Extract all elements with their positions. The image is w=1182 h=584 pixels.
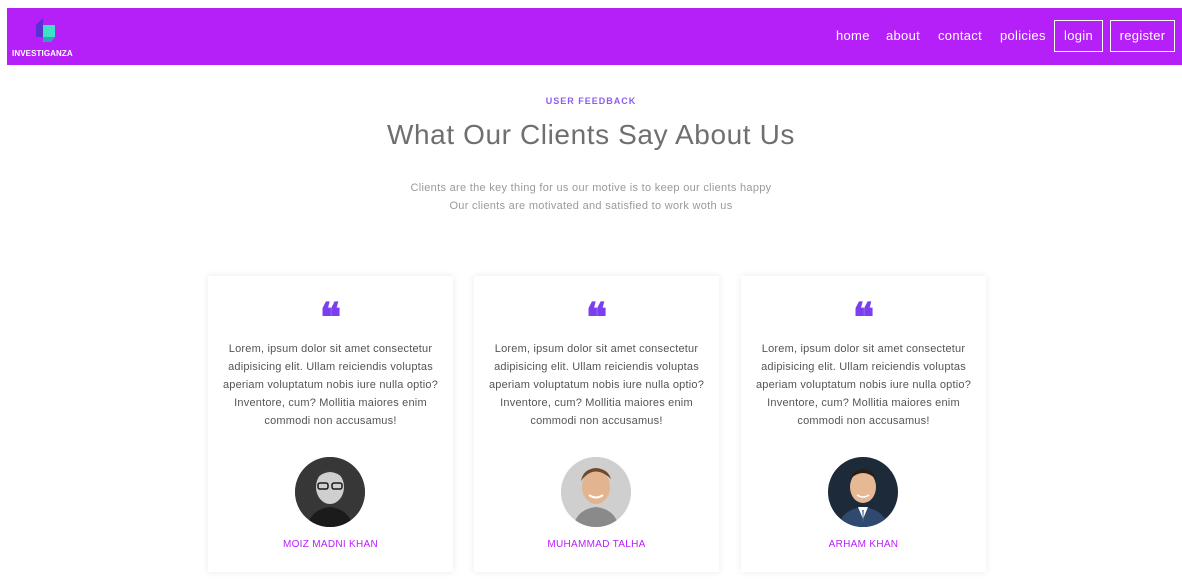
client-name: MUHAMMAD TALHA [547,539,646,550]
client-name: ARHAM KHAN [828,539,899,550]
nav-link-home[interactable]: home [836,28,870,43]
login-button[interactable]: login [1054,20,1103,52]
testimonial-card: ❝ Lorem, ipsum dolor sit amet consectetu… [474,276,719,572]
top-navbar: INVESTIGANZA home about contact policies… [7,8,1182,65]
nav-link-policies[interactable]: policies [1000,28,1046,43]
client-name: MOIZ MADNI KHAN [282,539,379,550]
section-title: What Our Clients Say About Us [386,119,795,150]
subtitle-line-2: Our clients are motivated and satisfied … [449,200,733,212]
brand-name: INVESTIGANZA [12,49,73,58]
testimonial-card: ❝ Lorem, ipsum dolor sit amet consectetu… [208,276,453,572]
avatar [561,457,631,527]
avatar [828,457,898,527]
testimonial-text: Lorem, ipsum dolor sit amet consectetur … [488,343,705,427]
nav-link-about[interactable]: about [886,28,920,43]
quote-icon: ❝ [585,294,608,341]
avatar [295,457,365,527]
cube-logo-icon [36,18,55,42]
quote-icon: ❝ [852,294,875,341]
testimonial-card: ❝ Lorem, ipsum dolor sit amet consectetu… [741,276,986,572]
subtitle-line-1: Clients are the key thing for us our mot… [410,182,772,194]
section-subtitle: Clients are the key thing for us our mot… [0,179,1182,215]
register-button[interactable]: register [1110,20,1175,52]
section-eyebrow: USER FEEDBACK [545,96,637,106]
brand-logo[interactable]: INVESTIGANZA [12,17,82,61]
testimonial-text: Lorem, ipsum dolor sit amet consectetur … [755,343,972,427]
testimonial-text: Lorem, ipsum dolor sit amet consectetur … [222,343,439,427]
nav-link-contact[interactable]: contact [938,28,982,43]
quote-icon: ❝ [319,294,342,341]
